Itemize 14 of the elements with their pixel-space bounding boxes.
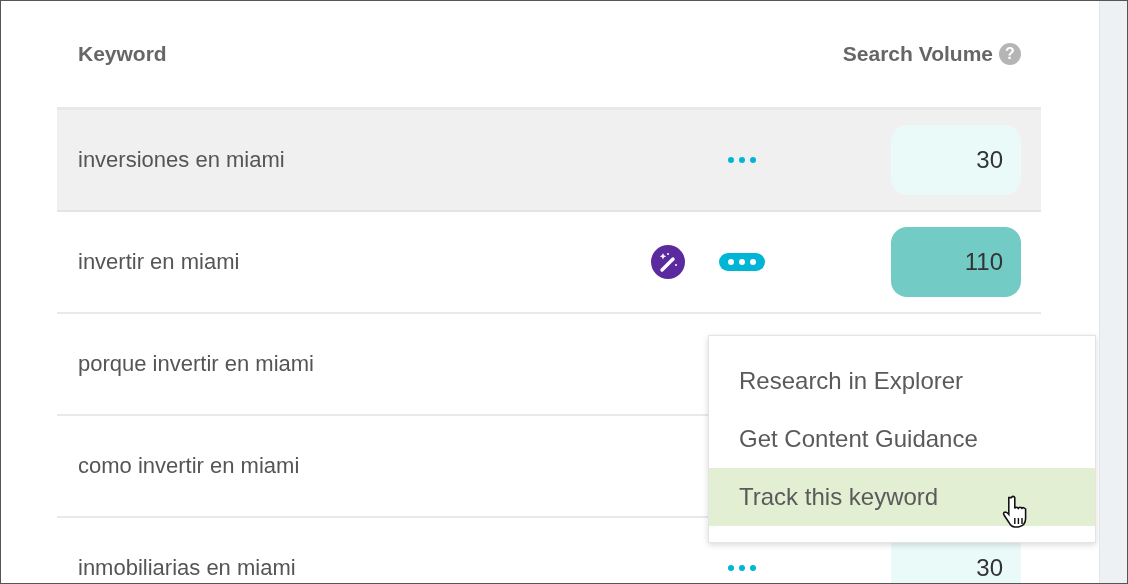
column-header: Keyword	[78, 42, 167, 66]
menu-item[interactable]: Track this keyword	[709, 468, 1095, 526]
magic-wand-icon[interactable]	[651, 245, 685, 279]
column-header: Search Volume	[842, 42, 993, 66]
more-button[interactable]	[719, 253, 765, 271]
volume-badge: 110	[891, 227, 1021, 297]
volume-badge: 30	[891, 125, 1021, 195]
keyword-cell-text: invertir en miami	[78, 249, 241, 275]
keyword-cell-text: inversiones en miami	[78, 147, 286, 173]
keyword-cell-text: como invertir en miami	[78, 453, 301, 479]
keyword-cell-text: inmobiliarias en miami	[78, 555, 297, 581]
keyword-cell-text: porque invertir en miami	[78, 351, 315, 377]
scrollbar-track[interactable]	[1099, 1, 1127, 583]
table-row[interactable]: inversiones en miami 30	[57, 110, 1041, 212]
